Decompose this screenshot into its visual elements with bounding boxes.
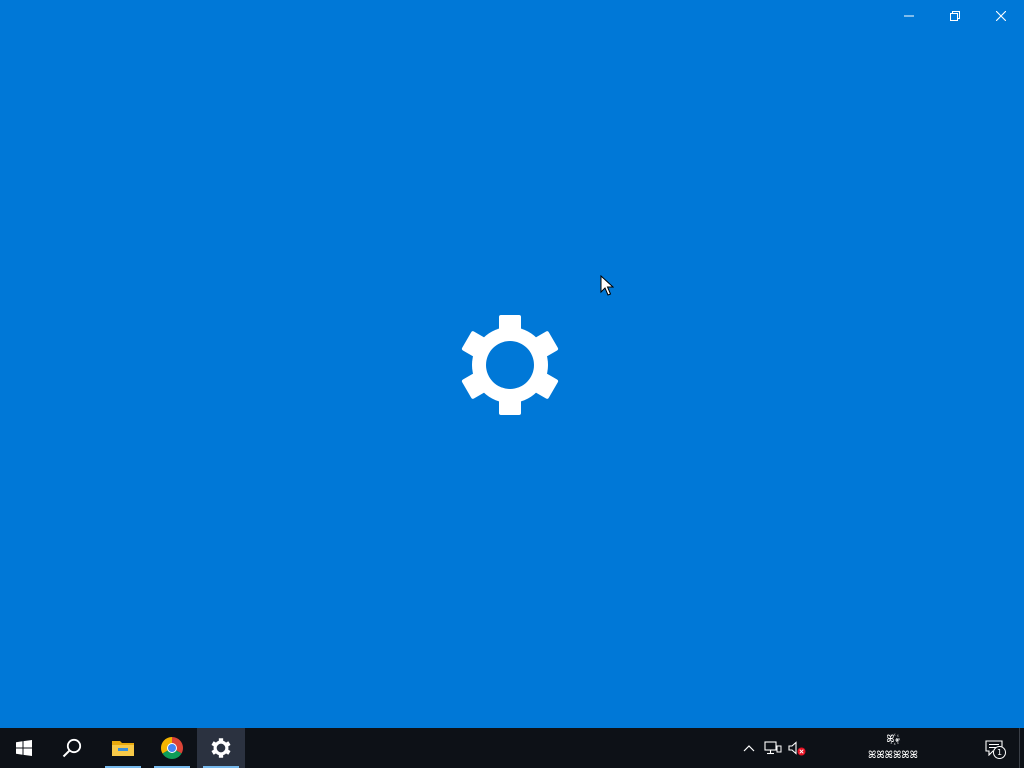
- start-button[interactable]: [0, 728, 48, 768]
- minimize-button[interactable]: [886, 0, 932, 32]
- taskbar: ꕤ꙰꘎ ꕤꕤꕤꕤꕤꕤ 1: [0, 728, 1024, 768]
- search-button[interactable]: [48, 728, 96, 768]
- folder-icon: [112, 741, 134, 756]
- gear-icon: [211, 738, 231, 758]
- mouse-cursor-icon: [600, 275, 614, 296]
- settings-app-window: [0, 0, 1024, 728]
- network-tray-button[interactable]: [762, 728, 784, 768]
- gear-icon: [461, 315, 559, 415]
- notification-count-badge: 1: [993, 746, 1006, 759]
- notification-icon-wrap: 1: [985, 740, 1006, 759]
- chevron-up-icon: [743, 745, 755, 752]
- minimize-icon: [904, 15, 914, 17]
- chrome-icon: [161, 737, 183, 759]
- search-icon: [62, 738, 82, 758]
- windows-logo-icon: [16, 740, 32, 756]
- clock-time: ꕤ꙰꘎: [886, 734, 900, 745]
- taskbar-file-explorer[interactable]: [99, 728, 147, 768]
- network-icon: [764, 741, 782, 755]
- close-button[interactable]: [978, 0, 1024, 32]
- show-desktop-button[interactable]: [1019, 728, 1024, 768]
- action-center-button[interactable]: 1: [976, 728, 1012, 768]
- clock-date: ꕤꕤꕤꕤꕤꕤ: [868, 750, 918, 761]
- volume-tray-button[interactable]: [786, 728, 808, 768]
- restore-button[interactable]: [932, 0, 978, 32]
- taskbar-chrome[interactable]: [148, 728, 196, 768]
- restore-icon: [950, 11, 960, 21]
- taskbar-clock[interactable]: ꕤ꙰꘎ ꕤꕤꕤꕤꕤꕤ: [818, 728, 968, 768]
- volume-muted-icon: [788, 741, 806, 756]
- caption-buttons: [886, 0, 1024, 32]
- show-hidden-icons-button[interactable]: [738, 728, 760, 768]
- taskbar-settings[interactable]: [197, 728, 245, 768]
- close-icon: [996, 11, 1006, 21]
